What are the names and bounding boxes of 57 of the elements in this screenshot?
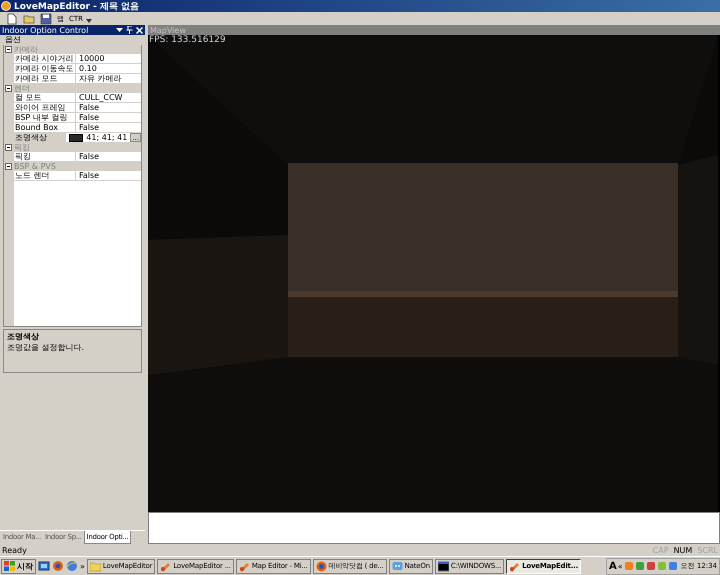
close-icon xyxy=(136,26,143,34)
category-label: 카메라 xyxy=(14,45,38,54)
window-title: LoveMapEditor - 제목 없음 xyxy=(14,0,140,12)
property-value: False xyxy=(79,103,100,112)
start-button[interactable]: 시작 xyxy=(1,558,36,574)
desktop-icon xyxy=(38,560,50,572)
property-name[interactable]: 카메라 이동속도 xyxy=(14,64,76,73)
overflow-chevron-icon xyxy=(86,17,92,25)
property-value: False xyxy=(79,171,100,180)
collapse-icon[interactable] xyxy=(5,85,12,92)
property-name[interactable]: Bound Box xyxy=(14,123,76,132)
collapse-icon[interactable] xyxy=(5,144,12,151)
property-name[interactable]: 와이어 프레임 xyxy=(14,103,76,112)
property-value: 41; 41; 41 xyxy=(86,133,128,142)
status-indicator: NUM xyxy=(674,546,692,554)
description-title: 조명색상 xyxy=(7,331,40,342)
dropdown-arrow-icon xyxy=(116,28,123,32)
property-value: 10000 xyxy=(79,54,104,63)
view-title: MapView xyxy=(150,26,187,34)
property-value: 자유 카메라 xyxy=(79,74,122,83)
chat-face-icon xyxy=(392,560,403,572)
category-label: BSP & PVS xyxy=(14,162,56,171)
description-text: 조명값을 설정합니다. xyxy=(7,342,86,353)
pin-icon xyxy=(126,26,133,34)
property-name[interactable]: BSP 내부 컬링 xyxy=(14,113,76,122)
pencil-icon xyxy=(160,560,172,572)
console-window-icon xyxy=(438,560,449,572)
category-label: 렌더 xyxy=(14,84,30,93)
status-text: Ready xyxy=(2,546,27,554)
fps-counter: FPS: 133.516129 xyxy=(149,35,226,45)
property-name[interactable]: 카메라 시야거리 xyxy=(14,54,76,63)
property-name[interactable]: 조명색상 xyxy=(14,133,66,142)
input-method-indicator[interactable]: A xyxy=(608,560,617,572)
property-value: False xyxy=(79,113,100,122)
quick-launch-more[interactable]: » xyxy=(80,562,85,570)
property-value: False xyxy=(79,123,100,132)
collapse-icon[interactable] xyxy=(5,163,12,170)
property-name[interactable]: 컬 모드 xyxy=(14,93,76,102)
property-value: 0.10 xyxy=(79,64,97,73)
category-label: 픽킹 xyxy=(14,143,30,152)
property-value: False xyxy=(79,152,100,161)
pencil-icon xyxy=(238,560,250,572)
windows-flag-icon xyxy=(4,561,15,571)
group-label: 옵션 xyxy=(4,35,22,45)
globe-icon xyxy=(316,560,327,572)
property-value: CULL_CCW xyxy=(79,93,122,102)
app-logo-icon xyxy=(1,1,11,11)
browser-globe-icon xyxy=(52,560,64,572)
folder-icon xyxy=(90,560,101,572)
panel-title: Indoor Option Control xyxy=(2,26,90,34)
tray-expand-button[interactable]: « xyxy=(618,562,623,570)
collapse-icon[interactable] xyxy=(5,46,12,53)
property-name[interactable]: 노드 렌더 xyxy=(14,171,76,180)
property-name[interactable]: 카메라 모드 xyxy=(14,74,76,83)
tray-app-icon xyxy=(624,561,634,571)
property-name[interactable]: 픽킹 xyxy=(14,152,76,161)
pencil-icon xyxy=(509,560,520,572)
